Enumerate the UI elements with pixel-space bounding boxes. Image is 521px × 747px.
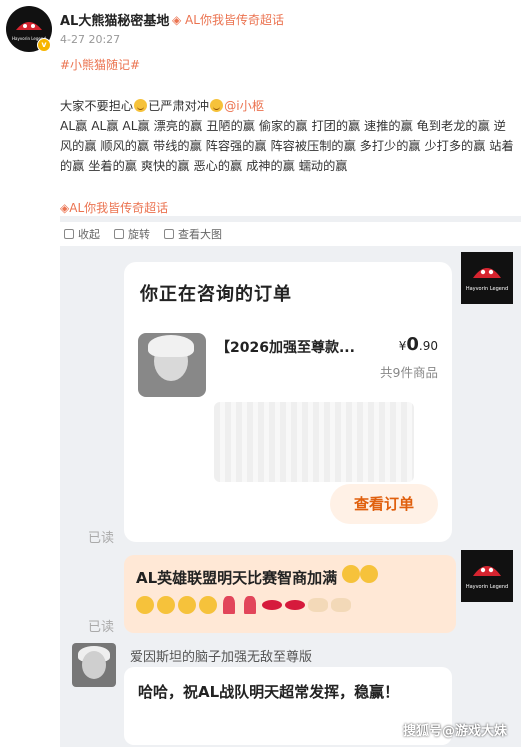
super-chat-footer-link[interactable]: ◈AL你我皆传奇超话	[60, 199, 168, 216]
read-status: 已读	[88, 620, 115, 635]
view-large-label: 查看大图	[178, 228, 222, 241]
party-emoji-icon	[199, 596, 217, 614]
price-integer: 0	[406, 334, 419, 355]
rotate-image-button[interactable]: 旋转	[114, 226, 150, 242]
shop-avatar[interactable]: Hayvorin Legend	[461, 550, 513, 602]
panda-logo-icon	[16, 22, 42, 30]
post-time: 4-27 20:27	[60, 33, 121, 46]
blurred-info	[214, 402, 414, 482]
collapse-icon	[64, 229, 74, 239]
shop-message-text: AL英雄联盟明天比赛智商加满	[136, 565, 444, 588]
image-toolbar: 收起 旋转 查看大图	[60, 222, 521, 246]
super-chat-link[interactable]: ◈ AL你我皆传奇超话	[172, 11, 284, 28]
shop-avatar-text: Hayvorin Legend	[465, 286, 509, 292]
emoji-row	[136, 596, 444, 614]
grin-emoji-icon	[134, 99, 148, 112]
super-chat-label: AL你我皆传奇超话	[185, 13, 284, 27]
grin-emoji-icon	[136, 596, 154, 614]
user-avatar[interactable]	[72, 643, 116, 687]
shop-avatar-text: Hayvorin Legend	[465, 584, 509, 590]
magnify-icon	[164, 229, 174, 239]
verified-badge-icon: v	[37, 38, 51, 52]
clap-icon	[308, 598, 328, 612]
watermark: 搜狐号@游戏大妹	[402, 724, 507, 739]
view-large-button[interactable]: 查看大图	[164, 226, 222, 242]
view-order-button[interactable]: 查看订单	[330, 484, 438, 524]
order-card: 你正在咨询的订单 【2026加强至尊款... ¥0.90 共9件商品 查看订单	[124, 262, 452, 542]
author-name[interactable]: AL大熊猫秘密基地	[60, 10, 169, 29]
product-price: ¥0.90	[399, 334, 438, 355]
order-card-title: 你正在咨询的订单	[140, 284, 292, 305]
product-name[interactable]: 【2026加强至尊款...	[216, 337, 355, 357]
shop-message-content: AL英雄联盟明天比赛智商加满	[136, 569, 338, 587]
clap-icon	[331, 598, 351, 612]
grin-emoji-icon	[157, 596, 175, 614]
read-status: 已读	[88, 531, 115, 546]
post-line2: AL赢 AL赢 AL赢 漂亮的赢 丑陋的赢 偷家的赢 打团的赢 速推的赢 龟到老…	[60, 119, 514, 173]
shop-avatar[interactable]: Hayvorin Legend	[461, 252, 513, 304]
party-emoji-icon	[178, 596, 196, 614]
smile-emoji-icon	[210, 99, 224, 112]
collapse-image-button[interactable]: 收起	[64, 226, 100, 242]
price-decimal: .90	[418, 339, 438, 353]
laugh-emoji-icon	[360, 565, 379, 583]
rose-icon	[244, 596, 256, 614]
rose-icon	[223, 596, 235, 614]
laugh-emoji-icon	[342, 565, 361, 583]
post-line1-a: 大家不要担心	[60, 99, 134, 113]
panda-logo-icon	[473, 566, 501, 576]
topic-tag[interactable]: #小熊猫随记#	[60, 56, 140, 73]
shop-message-bubble: AL英雄联盟明天比赛智商加满	[124, 555, 456, 633]
portrait-face	[82, 651, 106, 679]
super-chat-footer-label: AL你我皆传奇超话	[69, 201, 169, 215]
product-image[interactable]	[138, 333, 206, 397]
user-name: 爱因斯坦的脑子加强无敌至尊版	[130, 650, 313, 665]
weibo-post: Hayvorin Legend v AL大熊猫秘密基地 ◈ AL你我皆传奇超话 …	[0, 0, 521, 216]
post-line1-b: 已严肃对冲	[148, 99, 210, 113]
mention-link[interactable]: @i小柩	[224, 99, 264, 113]
lips-icon	[285, 600, 305, 610]
rotate-label: 旋转	[128, 228, 150, 241]
lips-icon	[262, 600, 282, 610]
post-text: 大家不要担心 已严肃对冲 @i小柩 AL赢 AL赢 AL赢 漂亮的赢 丑陋的赢 偷家…	[60, 96, 515, 176]
item-count: 共9件商品	[380, 365, 438, 380]
rotate-icon	[114, 229, 124, 239]
portrait-hair	[148, 335, 194, 357]
panda-logo-icon	[473, 268, 501, 278]
collapse-label: 收起	[78, 228, 100, 241]
